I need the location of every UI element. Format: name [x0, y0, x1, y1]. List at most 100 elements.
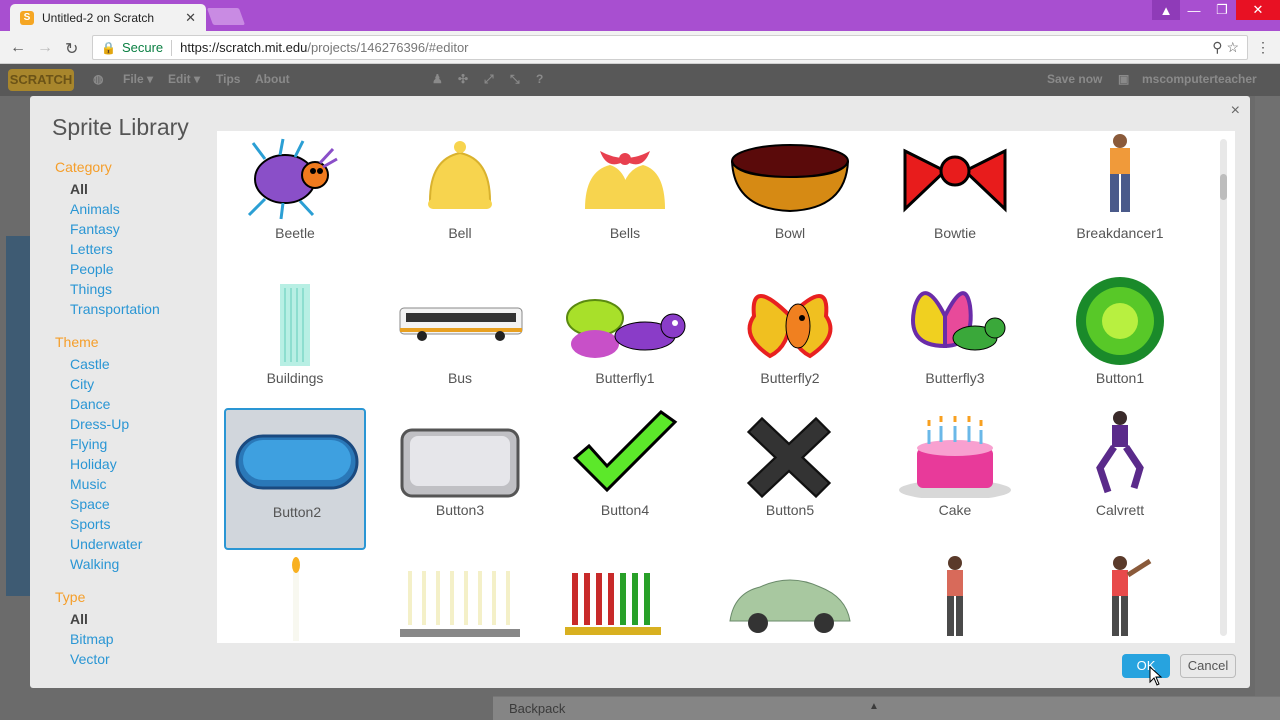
sprite-tile-button3[interactable]: Button3: [389, 408, 531, 550]
sprite-thumbnail-butterfly2: [747, 294, 833, 359]
maximize-icon[interactable]: ❐: [1208, 0, 1236, 20]
sprite-tile-bus[interactable]: Bus: [389, 276, 531, 418]
grid-scrollbar[interactable]: [1220, 139, 1227, 636]
username[interactable]: mscomputerteacher: [1142, 72, 1257, 86]
theme-item-walking[interactable]: Walking: [70, 556, 119, 572]
sprite-thumbnail-cake: [899, 416, 1011, 498]
theme-item-holiday[interactable]: Holiday: [70, 456, 117, 472]
sprite-tile-butterfly2[interactable]: Butterfly2: [719, 276, 861, 418]
lock-icon: 🔒: [101, 40, 116, 55]
profile-icon[interactable]: ▲: [1152, 0, 1180, 20]
sprite-thumbnail-bus: [399, 307, 523, 341]
type-item-all[interactable]: All: [70, 611, 88, 627]
browser-menu-icon[interactable]: ⋮: [1256, 39, 1270, 56]
theme-item-underwater[interactable]: Underwater: [70, 536, 142, 552]
sprite-tile-button2[interactable]: Button2: [224, 408, 366, 550]
sprite-tile-bells[interactable]: Bells: [554, 131, 696, 273]
menu-tips[interactable]: Tips: [216, 72, 240, 86]
sprite-tile-unnamed-20[interactable]: [389, 553, 531, 643]
category-item-animals[interactable]: Animals: [70, 201, 120, 217]
sprite-tile-calvrett[interactable]: Calvrett: [1049, 408, 1191, 550]
category-item-people[interactable]: People: [70, 261, 114, 277]
globe-icon[interactable]: ◍: [93, 72, 103, 86]
sprite-label: Buildings: [266, 370, 324, 386]
sprite-tile-unnamed-23[interactable]: [884, 553, 1026, 643]
browser-tab[interactable]: S Untitled-2 on Scratch ✕: [10, 4, 206, 31]
duplicate-tool-icon[interactable]: ♟: [432, 72, 443, 86]
sprite-tile-unnamed-24[interactable]: [1049, 553, 1191, 643]
type-item-vector[interactable]: Vector: [70, 651, 110, 667]
theme-item-dress-up[interactable]: Dress-Up: [70, 416, 129, 432]
theme-item-castle[interactable]: Castle: [70, 356, 110, 372]
folder-icon[interactable]: ▣: [1118, 72, 1129, 86]
sprite-label: Bus: [447, 370, 473, 386]
theme-item-space[interactable]: Space: [70, 496, 110, 512]
forward-arrow-icon[interactable]: →: [37, 39, 53, 57]
sprite-tile-unnamed-19[interactable]: [224, 553, 366, 643]
theme-heading: Theme: [55, 334, 99, 350]
reload-icon[interactable]: ↻: [65, 39, 78, 59]
sprite-label: Bowtie: [933, 225, 977, 241]
dialog-close-icon[interactable]: ×: [1231, 102, 1240, 120]
editor-right-strip: [1255, 96, 1280, 720]
backpack-label: Backpack: [509, 701, 566, 716]
sprite-tile-unnamed-21[interactable]: [554, 553, 696, 643]
window-close-icon[interactable]: ✕: [1236, 0, 1280, 20]
scrollbar-thumb[interactable]: [1220, 174, 1227, 200]
tab-close-icon[interactable]: ✕: [185, 10, 196, 26]
sprite-tile-breakdancer1[interactable]: Breakdancer1: [1049, 131, 1191, 273]
scratch-logo[interactable]: SCRATCH: [8, 69, 74, 91]
sprite-tile-button4[interactable]: Button4: [554, 408, 696, 550]
sprite-library-dialog: Sprite Library × Category All Animals Fanta…: [30, 96, 1250, 688]
theme-item-sports[interactable]: Sports: [70, 516, 110, 532]
sprite-tile-bowtie[interactable]: Bowtie: [884, 131, 1026, 273]
back-arrow-icon[interactable]: ←: [10, 39, 26, 57]
shrink-tool-icon[interactable]: ⤡: [510, 72, 520, 87]
cancel-button[interactable]: Cancel: [1180, 654, 1236, 678]
theme-item-flying[interactable]: Flying: [70, 436, 107, 452]
sprite-tile-buildings[interactable]: Buildings: [224, 276, 366, 418]
type-item-bitmap[interactable]: Bitmap: [70, 631, 114, 647]
sprite-tile-bowl[interactable]: Bowl: [719, 131, 861, 273]
minimize-icon[interactable]: —: [1180, 0, 1208, 20]
new-tab-button[interactable]: [206, 8, 246, 25]
url-bar[interactable]: 🔒 Secure https://scratch.mit.edu /projec…: [92, 35, 1248, 60]
bookmark-star-icon[interactable]: ⚲ ☆: [1212, 39, 1239, 56]
sprite-grid: Beetle Bell Bells Bowl Bowtie Breakdancer1 Bui…: [217, 131, 1235, 643]
save-now-link[interactable]: Save now: [1047, 72, 1102, 86]
category-item-all[interactable]: All: [70, 181, 88, 197]
menu-edit[interactable]: Edit ▾: [168, 72, 200, 86]
category-item-fantasy[interactable]: Fantasy: [70, 221, 120, 237]
sprite-thumbnail-butterfly3: [911, 291, 1006, 351]
sprite-tile-button1[interactable]: Button1: [1049, 276, 1191, 418]
backpack-expand-icon[interactable]: ▲: [869, 701, 879, 712]
sprite-label: Button1: [1095, 370, 1145, 386]
window-controls: ▲ — ❐ ✕: [1152, 0, 1280, 22]
category-item-letters[interactable]: Letters: [70, 241, 113, 257]
sprite-label: Calvrett: [1095, 502, 1145, 518]
menu-about[interactable]: About: [255, 72, 290, 86]
backpack-bar[interactable]: Backpack ▲: [493, 696, 1280, 720]
sprite-thumbnail-button4: [572, 410, 678, 493]
category-item-transportation[interactable]: Transportation: [70, 301, 160, 317]
grow-tool-icon[interactable]: ⤢: [484, 72, 494, 87]
sprite-tile-beetle[interactable]: Beetle: [224, 131, 366, 273]
delete-tool-icon[interactable]: ✣: [458, 72, 468, 86]
theme-item-dance[interactable]: Dance: [70, 396, 110, 412]
theme-item-city[interactable]: City: [70, 376, 94, 392]
help-tool-icon[interactable]: ?: [536, 72, 543, 86]
sprite-tile-bell[interactable]: Bell: [389, 131, 531, 273]
sprite-thumbnail-button3: [400, 428, 520, 498]
sprite-tile-butterfly1[interactable]: Butterfly1: [554, 276, 696, 418]
browser-titlebar: S Untitled-2 on Scratch ✕ ▲ — ❐ ✕: [0, 0, 1280, 31]
sprite-tile-unnamed-22[interactable]: [719, 553, 861, 643]
sprite-thumbnail-beetle: [247, 138, 338, 220]
sprite-tile-butterfly3[interactable]: Butterfly3: [884, 276, 1026, 418]
menu-file[interactable]: File ▾: [123, 72, 153, 86]
mouse-cursor-icon: [1149, 666, 1163, 686]
sprite-tile-cake[interactable]: Cake: [884, 408, 1026, 550]
sprite-tile-button5[interactable]: Button5: [719, 408, 861, 550]
sprite-thumbnail-button5: [746, 416, 832, 498]
theme-item-music[interactable]: Music: [70, 476, 107, 492]
category-item-things[interactable]: Things: [70, 281, 112, 297]
